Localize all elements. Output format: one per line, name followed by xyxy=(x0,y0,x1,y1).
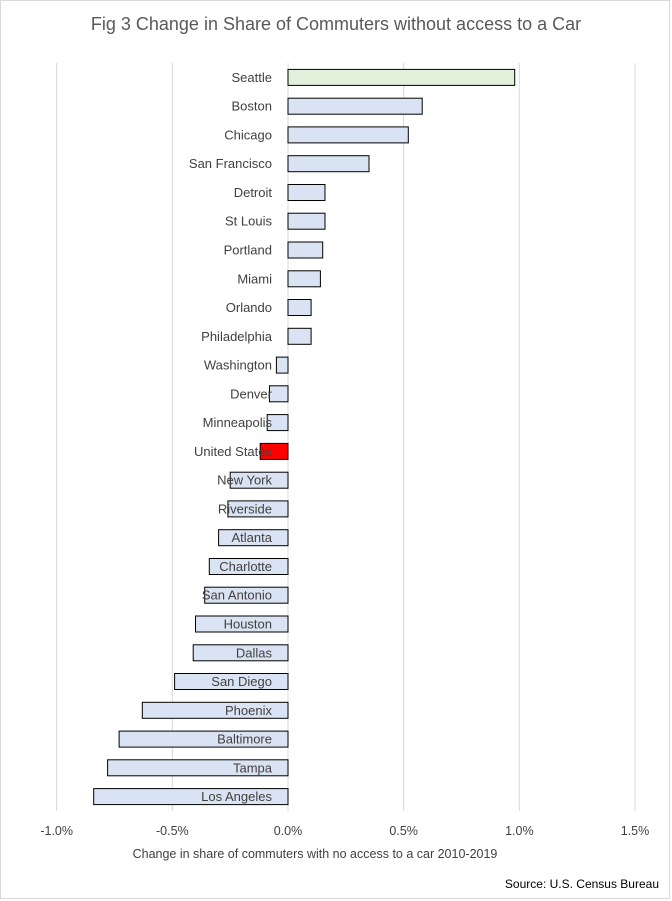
bar-washington xyxy=(275,356,289,374)
x-tick-label: 0.0% xyxy=(274,824,303,838)
chart-frame: Fig 3 Change in Share of Commuters witho… xyxy=(0,0,670,899)
bar-seattle xyxy=(287,68,516,86)
category-label: Atlanta xyxy=(232,530,273,545)
category-label: Seattle xyxy=(232,70,272,85)
x-tick-label: -1.0% xyxy=(40,824,73,838)
bar-boston xyxy=(287,97,423,115)
category-label: San Diego xyxy=(211,674,272,689)
category-label: Boston xyxy=(232,99,272,114)
category-label: St Louis xyxy=(225,214,272,229)
source-note: Source: U.S. Census Bureau xyxy=(505,877,659,891)
category-label: Charlotte xyxy=(219,559,272,574)
x-tick-label: 1.0% xyxy=(505,824,534,838)
category-label: United States xyxy=(194,444,273,459)
category-label: San Antonio xyxy=(202,588,272,603)
category-label: New York xyxy=(217,473,272,488)
bar-chicago xyxy=(287,126,409,144)
category-label: Orlando xyxy=(226,300,272,315)
category-label: Baltimore xyxy=(217,732,272,747)
x-tick-label: -0.5% xyxy=(156,824,189,838)
bar-chart: Fig 3 Change in Share of Commuters witho… xyxy=(40,14,659,891)
bar-philadelphia xyxy=(287,327,312,345)
category-label: San Francisco xyxy=(189,156,272,171)
category-label: Chicago xyxy=(224,127,272,142)
category-label: Minneapolis xyxy=(203,415,273,430)
bar-miami xyxy=(287,270,321,288)
category-labels: Seattle Boston Chicago San Francisco Detroit… xyxy=(189,70,273,804)
chart-title: Fig 3 Change in Share of Commuters witho… xyxy=(91,14,581,34)
bar-denver xyxy=(269,385,289,403)
bar-san-francisco xyxy=(287,155,370,173)
bar-orlando xyxy=(287,299,312,316)
x-tick-labels: -1.0% -0.5% 0.0% 0.5% 1.0% 1.5% xyxy=(40,824,649,838)
bar-portland xyxy=(287,241,324,259)
category-label: Phoenix xyxy=(225,703,272,718)
x-tick-label: 1.5% xyxy=(621,824,650,838)
category-label: Portland xyxy=(224,243,272,258)
bars xyxy=(93,68,516,806)
x-tick-label: 0.5% xyxy=(389,824,418,838)
category-label: Philadelphia xyxy=(201,329,273,344)
gridlines xyxy=(56,63,636,811)
bar-detroit xyxy=(287,184,326,201)
x-axis-title: Change in share of commuters with no acc… xyxy=(133,847,498,861)
category-label: Detroit xyxy=(234,185,273,200)
category-label: Riverside xyxy=(218,501,272,516)
category-label: Dallas xyxy=(236,645,273,660)
category-label: Los Angeles xyxy=(201,789,272,804)
bar-st-louis xyxy=(287,212,326,230)
category-label: Houston xyxy=(224,617,272,632)
category-label: Washington xyxy=(204,358,272,373)
category-label: Miami xyxy=(237,271,272,286)
category-label: Tampa xyxy=(233,760,273,775)
category-label: Denver xyxy=(230,386,273,401)
